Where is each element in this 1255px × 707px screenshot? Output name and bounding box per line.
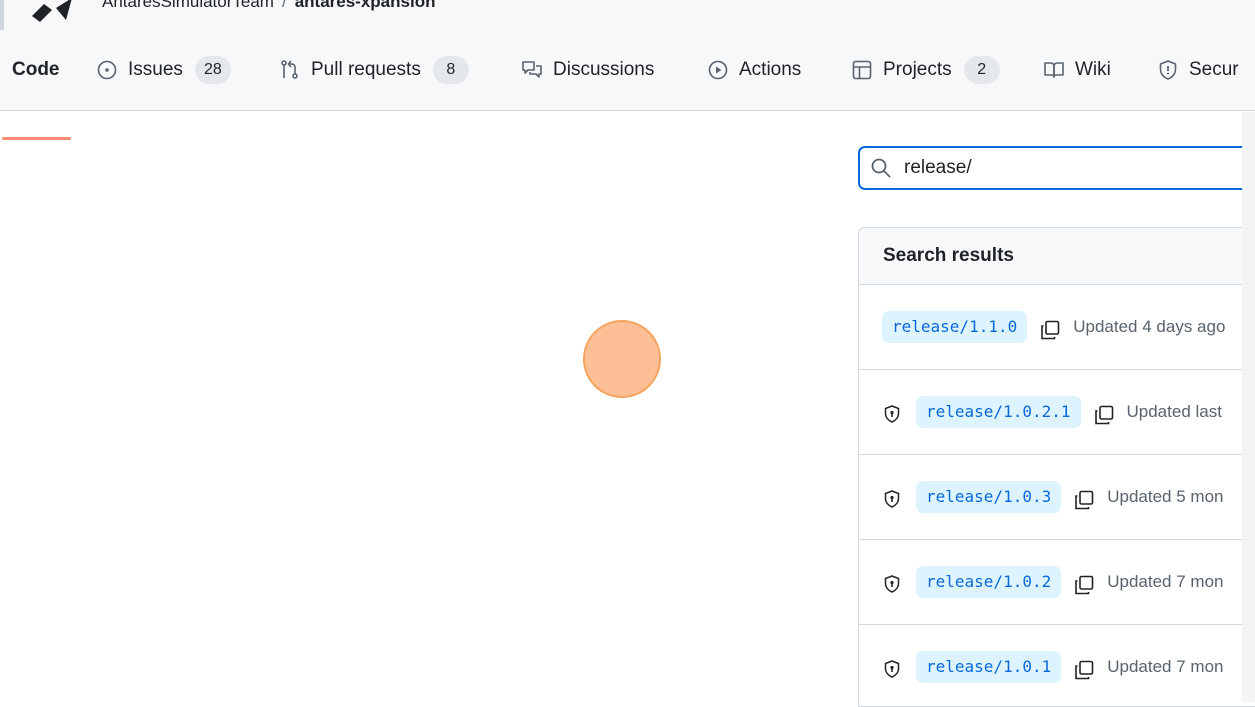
branch-name-label[interactable]: release/1.0.2.1: [916, 396, 1081, 428]
tab-label: Wiki: [1075, 59, 1111, 80]
tab-label: Secur: [1189, 59, 1239, 80]
copy-icon[interactable]: [1093, 404, 1115, 426]
updated-text: Updated 4 days ago: [1073, 317, 1226, 336]
pull-requests-counter: 8: [432, 56, 469, 84]
copy-icon[interactable]: [1073, 574, 1095, 596]
branch-row[interactable]: release/1.1.0 Updated 4 days ago: [859, 285, 1255, 370]
branch-search-input[interactable]: [904, 157, 1234, 179]
copy-icon[interactable]: [1039, 319, 1061, 341]
repo-nav-tabs: Code Issues 28 Pull requests 8 Discussio…: [0, 30, 1255, 140]
play-icon: [707, 59, 729, 81]
breadcrumb-owner[interactable]: AntaresSimulatorTeam: [102, 0, 274, 11]
branch-row[interactable]: release/1.0.2 Updated 7 mon: [859, 540, 1255, 625]
shield-icon: [1157, 59, 1179, 81]
projects-counter: 2: [963, 56, 1000, 84]
protected-branch-shield-icon: [884, 660, 900, 678]
search-results-panel: Search results release/1.1.0 Updated 4 d…: [858, 227, 1255, 707]
search-icon: [871, 158, 891, 178]
breadcrumb-separator: /: [281, 0, 287, 11]
cursor-click-indicator: [583, 320, 661, 398]
breadcrumb: AntaresSimulatorTeam / antares-xpansion: [102, 0, 435, 12]
search-results-title: Search results: [859, 228, 1255, 285]
copy-icon[interactable]: [1073, 659, 1095, 681]
branch-search-box[interactable]: [858, 146, 1255, 190]
tab-code[interactable]: Code: [12, 30, 60, 110]
tab-label: Code: [12, 59, 60, 80]
protected-branch-shield-icon: [884, 405, 900, 423]
updated-text: Updated 7 mon: [1107, 657, 1224, 676]
book-icon: [1043, 59, 1065, 81]
active-tab-indicator: [2, 137, 71, 140]
issue-opened-icon: [96, 59, 118, 81]
tab-issues[interactable]: Issues 28: [96, 30, 231, 110]
git-pull-request-icon: [279, 59, 301, 81]
issues-counter: 28: [194, 56, 231, 84]
updated-text: Updated 5 mon: [1107, 487, 1224, 506]
tab-label: Pull requests: [311, 59, 421, 80]
updated-text: Updated last: [1126, 402, 1222, 421]
branch-row[interactable]: release/1.0.3 Updated 5 mon: [859, 455, 1255, 540]
tab-actions[interactable]: Actions: [707, 30, 801, 110]
tab-security[interactable]: Secur: [1157, 30, 1239, 110]
updated-text: Updated 7 mon: [1107, 572, 1224, 591]
branch-name-label[interactable]: release/1.0.3: [916, 481, 1062, 513]
tab-pull-requests[interactable]: Pull requests 8: [279, 30, 469, 110]
tab-discussions[interactable]: Discussions: [521, 30, 654, 110]
branch-row[interactable]: release/1.0.2.1 Updated last: [859, 370, 1255, 455]
breadcrumb-repo[interactable]: antares-xpansion: [295, 0, 436, 11]
tab-label: Discussions: [553, 59, 655, 80]
branch-name-label[interactable]: release/1.0.1: [916, 651, 1062, 683]
copy-icon[interactable]: [1073, 489, 1095, 511]
branch-name-label[interactable]: release/1.1.0: [882, 311, 1028, 343]
protected-branch-shield-icon: [884, 490, 900, 508]
tab-label: Projects: [883, 59, 952, 80]
branch-name-label[interactable]: release/1.0.2: [916, 566, 1062, 598]
scrollbar-track[interactable]: [1242, 112, 1255, 702]
org-logo-icon[interactable]: [26, 0, 82, 26]
repo-header: AntaresSimulatorTeam / antares-xpansion: [0, 0, 1255, 30]
branch-row[interactable]: release/1.0.1 Updated 7 mon: [859, 625, 1255, 706]
protected-branch-shield-icon: [884, 575, 900, 593]
tab-label: Actions: [739, 59, 802, 80]
tab-wiki[interactable]: Wiki: [1043, 30, 1111, 110]
tab-projects[interactable]: Projects 2: [851, 30, 1000, 110]
comment-discussion-icon: [521, 59, 543, 81]
window-edge: [0, 0, 4, 30]
tab-label: Issues: [128, 59, 183, 80]
table-icon: [851, 59, 873, 81]
